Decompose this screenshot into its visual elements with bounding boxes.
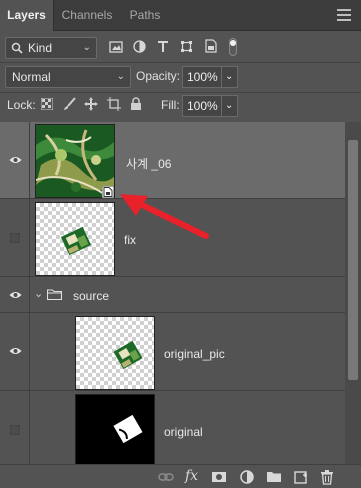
lock-position-icon[interactable] xyxy=(84,97,98,111)
trash-icon[interactable] xyxy=(319,469,335,485)
lock-transparent-pixels-icon[interactable] xyxy=(41,98,53,110)
eye-icon xyxy=(9,348,22,354)
panel-menu-icon[interactable] xyxy=(337,9,351,21)
new-layer-icon[interactable] xyxy=(293,469,309,485)
tab-layers[interactable]: Layers xyxy=(0,0,54,31)
visibility-toggle[interactable] xyxy=(0,122,30,198)
type-filter-icon[interactable] xyxy=(157,40,169,53)
mask-icon[interactable] xyxy=(211,469,227,485)
shape-filter-icon[interactable] xyxy=(180,40,193,53)
blend-mode-dropdown[interactable]: Normal ⌄ xyxy=(5,66,131,88)
pixel-filter-icon[interactable] xyxy=(109,41,123,53)
link-icon[interactable] xyxy=(158,469,174,485)
chevron-down-icon[interactable]: ⌄ xyxy=(34,287,43,300)
hidden-visibility-box xyxy=(10,425,20,435)
filter-toggle-icon[interactable] xyxy=(229,38,237,56)
eye-icon xyxy=(9,157,22,163)
filter-row: Kind ⌄ xyxy=(0,36,361,60)
lock-row: Lock: Fill: 100% ⌄ xyxy=(0,94,361,118)
chevron-down-icon: ⌄ xyxy=(116,71,125,82)
folder-icon[interactable] xyxy=(266,469,282,485)
kind-filter-dropdown[interactable]: Kind ⌄ xyxy=(5,37,97,59)
visibility-toggle[interactable] xyxy=(0,277,30,312)
layers-list: 사계 _06 fix ⌄ source original_pic origina… xyxy=(0,122,345,464)
hidden-visibility-box xyxy=(10,233,20,243)
panel-tabs: Layers Channels Paths xyxy=(0,0,361,31)
visibility-toggle[interactable] xyxy=(0,313,30,390)
chevron-down-icon: ⌄ xyxy=(82,42,91,53)
divider xyxy=(0,62,361,63)
layer-thumbnail[interactable] xyxy=(35,202,115,276)
lock-image-pixels-icon[interactable] xyxy=(63,97,76,111)
lock-artboard-icon[interactable] xyxy=(107,97,121,111)
layer-row[interactable]: original xyxy=(0,391,345,464)
eye-icon xyxy=(9,292,22,298)
layers-panel: Layers Channels Paths Kind ⌄ Normal ⌄ Op… xyxy=(0,0,361,488)
blend-row: Normal ⌄ Opacity: 100% ⌄ xyxy=(0,65,361,89)
opacity-label: Opacity: xyxy=(136,69,181,83)
fx-icon[interactable]: fx xyxy=(185,468,201,484)
layer-thumbnail[interactable] xyxy=(75,394,155,464)
group-name[interactable]: source xyxy=(73,289,109,303)
layer-thumbnail[interactable] xyxy=(75,316,155,390)
kind-filter-label: Kind xyxy=(28,41,53,55)
opacity-dropdown-button[interactable]: ⌄ xyxy=(221,66,238,88)
layer-name[interactable]: original xyxy=(164,425,203,439)
folder-icon xyxy=(47,289,62,300)
search-icon xyxy=(11,42,23,54)
panel-footer: fx xyxy=(0,464,361,488)
tab-channels[interactable]: Channels xyxy=(54,0,120,31)
adjustment-icon[interactable] xyxy=(239,469,255,485)
lock-all-icon[interactable] xyxy=(130,97,142,111)
tab-paths[interactable]: Paths xyxy=(120,0,170,31)
group-row[interactable]: ⌄ source xyxy=(0,277,345,313)
layer-name[interactable]: original_pic xyxy=(164,347,225,361)
scrollbar-thumb[interactable] xyxy=(348,140,358,380)
fill-dropdown-button[interactable]: ⌄ xyxy=(221,95,238,117)
adjustment-filter-icon[interactable] xyxy=(133,40,146,53)
opacity-input[interactable]: 100% xyxy=(182,66,222,88)
visibility-toggle[interactable] xyxy=(0,391,30,464)
divider xyxy=(0,92,361,93)
fill-label: Fill: xyxy=(161,98,180,112)
layer-name[interactable]: 사계 _06 xyxy=(126,155,171,172)
lock-label: Lock: xyxy=(7,98,36,112)
fill-input[interactable]: 100% xyxy=(182,95,222,117)
annotation-arrow xyxy=(120,194,209,239)
smart-object-filter-icon[interactable] xyxy=(205,39,217,53)
layer-row[interactable]: original_pic xyxy=(0,313,345,391)
visibility-toggle[interactable] xyxy=(0,199,30,276)
layer-row[interactable]: 사계 _06 xyxy=(0,122,345,199)
blend-mode-value: Normal xyxy=(12,70,51,84)
